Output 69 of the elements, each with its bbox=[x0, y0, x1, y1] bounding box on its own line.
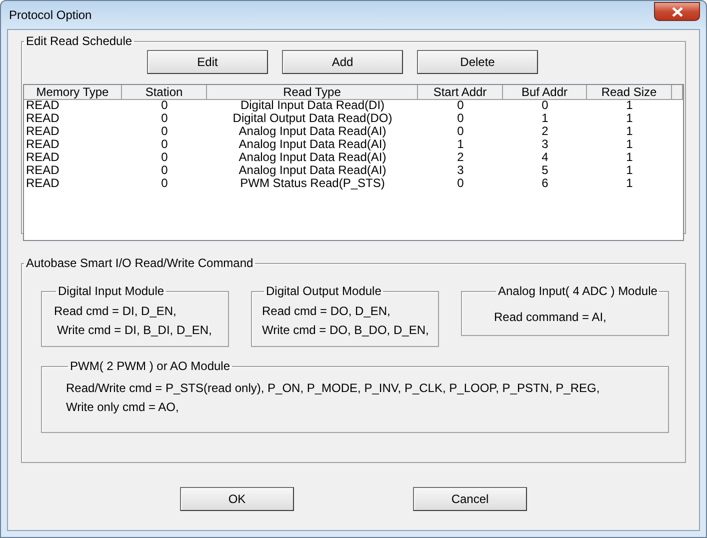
table-cell-text: 2 bbox=[540, 125, 550, 138]
table-cell-text: Analog Input Data Read(AI) bbox=[238, 125, 386, 138]
table-cell-text: 0 bbox=[456, 112, 465, 125]
table-cell-text: 0 bbox=[160, 112, 169, 125]
command-text: Write cmd = DO, B_DO, D_EN, bbox=[262, 322, 430, 339]
toolbar-button[interactable]: Delete bbox=[417, 50, 538, 74]
table-cell-text: 1 bbox=[625, 112, 634, 125]
table-cell-text: 0 bbox=[160, 125, 169, 138]
table-cell-text: 0 bbox=[456, 125, 465, 138]
table-cell-text: 5 bbox=[540, 164, 550, 177]
table-cell-text: 1 bbox=[540, 112, 550, 125]
toolbar-button[interactable]: Add bbox=[282, 50, 403, 74]
group-title: Edit Read Schedule bbox=[25, 34, 134, 48]
command-text: Write only cmd = AO, bbox=[66, 399, 180, 416]
table-cell-text: Analog Input Data Read(AI) bbox=[238, 164, 388, 177]
table-cell-text: 1 bbox=[625, 99, 634, 112]
table-cell-text: 1 bbox=[625, 177, 634, 190]
table-cell-text: READ bbox=[25, 164, 60, 177]
table-cell-text: READ bbox=[25, 177, 60, 190]
table-cell-text: 0 bbox=[540, 99, 550, 112]
table-cell-text: 0 bbox=[160, 99, 169, 112]
table-cell-text: 4 bbox=[540, 151, 550, 164]
module-title: Analog Input( 4 ADC ) Module bbox=[497, 284, 658, 298]
table-cell-text: 1 bbox=[625, 151, 634, 164]
table-cell-text: PWM Status Read(P_STS) bbox=[240, 177, 385, 190]
table-cell-text: 0 bbox=[160, 164, 169, 177]
table-cell-text: 0 bbox=[456, 177, 465, 190]
table-cell-text: 1 bbox=[625, 164, 634, 177]
window-title: Protocol Option bbox=[9, 8, 92, 22]
column-header[interactable]: Memory Type bbox=[24, 85, 122, 100]
table-cell-text: READ bbox=[25, 138, 60, 151]
command-text: Read cmd = DO, D_EN, bbox=[262, 303, 392, 320]
table-cell-text: 3 bbox=[456, 164, 465, 177]
module-title: Digital Output Module bbox=[265, 284, 382, 298]
table-cell-text: Digital Output Data Read(DO) bbox=[232, 112, 394, 125]
column-header[interactable]: Read Type bbox=[207, 85, 418, 100]
table-cell-text: READ bbox=[25, 125, 60, 138]
table-cell-text: READ bbox=[25, 99, 60, 112]
table-cell-text: 2 bbox=[456, 151, 465, 164]
dialog-button[interactable]: OK bbox=[180, 487, 294, 511]
close-icon bbox=[672, 6, 682, 16]
column-header[interactable]: Buf Addr bbox=[503, 85, 587, 100]
table-cell-text: READ bbox=[25, 151, 60, 164]
module-title: PWM( 2 PWM ) or AO Module bbox=[69, 359, 232, 373]
command-text: Write cmd = DI, B_DI, D_EN, bbox=[56, 322, 213, 339]
column-header[interactable]: Station bbox=[122, 85, 207, 100]
table-cell-text: 0 bbox=[456, 99, 465, 112]
module-title: Digital Input Module bbox=[57, 284, 166, 298]
toolbar-button[interactable]: Edit bbox=[147, 50, 268, 74]
table-cell-text: 3 bbox=[540, 138, 550, 151]
table-cell-text: 0 bbox=[160, 151, 169, 164]
table-cell-text: READ bbox=[25, 112, 60, 125]
close-button[interactable] bbox=[654, 2, 700, 21]
table-cell-text: 1 bbox=[625, 125, 634, 138]
table-cell-text: 0 bbox=[160, 177, 169, 190]
table-cell-text: Analog Input Data Read(AI) bbox=[238, 151, 388, 164]
table-cell-text: 1 bbox=[456, 138, 465, 151]
table-cell-text: Analog Input Data Read(AI) bbox=[238, 138, 388, 151]
group-title: Autobase Smart I/O Read/Write Command bbox=[25, 256, 254, 270]
command-text: Read/Write cmd = P_STS(read only), P_ON, P_MODE, P_INV, P_CLK, P_LOOP, P_PSTN, P_REG, bbox=[66, 380, 601, 397]
column-header[interactable]: Start Addr bbox=[418, 85, 503, 100]
table-cell-text: 1 bbox=[625, 138, 634, 151]
table-cell-text: Digital Input Data Read(DI) bbox=[239, 99, 386, 112]
table-cell-text: 0 bbox=[160, 138, 169, 151]
column-header[interactable]: Read Size bbox=[587, 85, 672, 100]
command-text: Read command = AI, bbox=[494, 309, 608, 326]
table-cell-text: 6 bbox=[540, 177, 550, 190]
dialog-button[interactable]: Cancel bbox=[413, 487, 527, 511]
command-text: Read cmd = DI, D_EN, bbox=[54, 303, 178, 320]
